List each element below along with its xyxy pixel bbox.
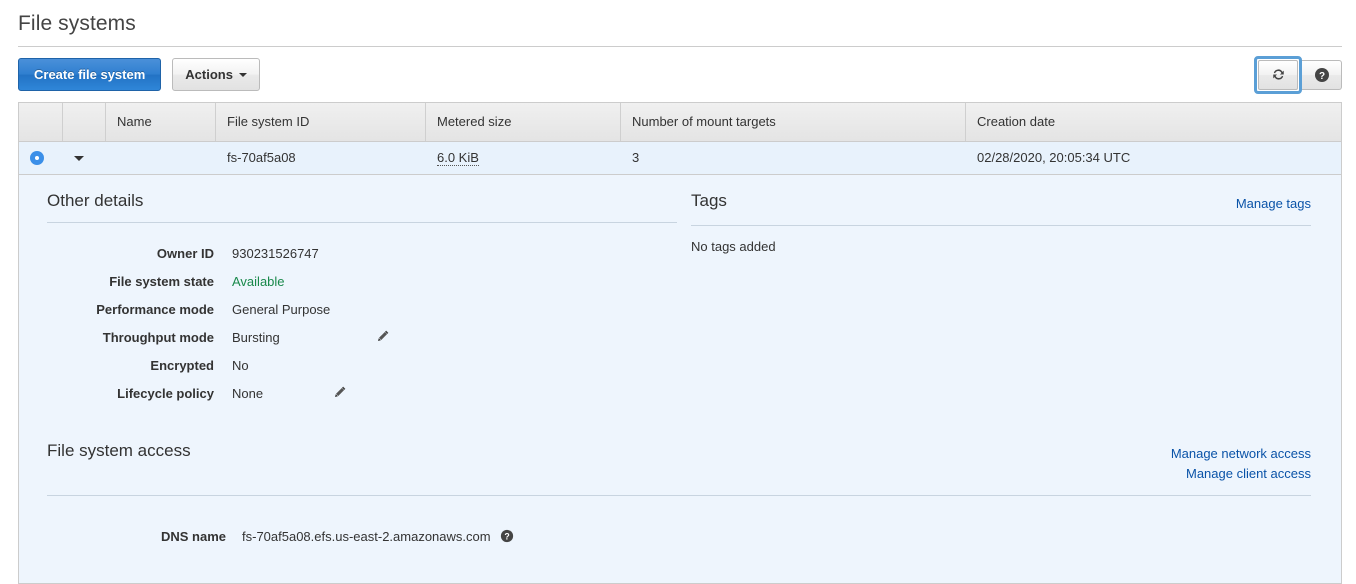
other-details-title: Other details — [47, 191, 144, 210]
value-lifecycle-policy: None — [232, 385, 347, 402]
dns-name-text: fs-70af5a08.efs.us-east-2.amazonaws.com — [242, 528, 491, 544]
cell-creation-date: 02/28/2020, 20:05:34 UTC — [977, 150, 1131, 165]
svg-text:?: ? — [504, 532, 509, 542]
table-row[interactable]: fs-70af5a08 6.0 KiB 3 02/28/2020, 20:05:… — [19, 142, 1341, 175]
help-button[interactable]: ? — [1302, 59, 1342, 90]
file-system-access-list: DNS name fs-70af5a08.efs.us-east-2.amazo… — [47, 522, 1311, 550]
table-header-row: Name File system ID Metered size Number … — [19, 103, 1341, 142]
throughput-mode-text: Bursting — [232, 329, 280, 345]
svg-text:?: ? — [1318, 71, 1324, 82]
other-details-divider — [47, 222, 677, 223]
dns-name-help-icon[interactable]: ? — [500, 529, 514, 543]
create-file-system-button[interactable]: Create file system — [18, 58, 162, 91]
chevron-down-icon[interactable] — [74, 155, 84, 161]
cell-metered-size: 6.0 KiB — [426, 142, 621, 174]
file-system-access-title: File system access — [47, 441, 191, 460]
manage-tags-link[interactable]: Manage tags — [1236, 194, 1311, 214]
label-throughput-mode: Throughput mode — [102, 329, 214, 345]
file-system-access-divider — [47, 495, 1311, 496]
detail-columns: Other details Owner ID 930231526747 File… — [19, 175, 1341, 407]
file-systems-table: Name File system ID Metered size Number … — [18, 102, 1342, 175]
label-file-system-state: File system state — [109, 273, 214, 289]
column-header-creation-date[interactable]: Creation date — [966, 103, 1341, 141]
column-header-expand — [63, 103, 106, 141]
detail-row-owner-id: Owner ID 930231526747 — [47, 239, 677, 267]
label-dns-name: DNS name — [160, 528, 226, 544]
value-performance-mode: General Purpose — [232, 301, 331, 317]
value-throughput-mode: Bursting — [232, 329, 390, 346]
label-lifecycle-policy: Lifecycle policy — [117, 385, 214, 401]
refresh-button[interactable] — [1258, 59, 1298, 90]
column-header-mount-targets[interactable]: Number of mount targets — [621, 103, 966, 141]
edit-lifecycle-policy-pencil-icon[interactable] — [333, 385, 347, 402]
page-title: File systems — [18, 12, 136, 35]
detail-row-dns-name: DNS name fs-70af5a08.efs.us-east-2.amazo… — [47, 522, 1311, 550]
value-owner-id: 930231526747 — [232, 245, 319, 261]
toolbar-right-group: ? — [1254, 55, 1342, 94]
file-system-access-links: Manage network access Manage client acce… — [1171, 441, 1311, 484]
label-owner-id: Owner ID — [156, 245, 214, 261]
cell-name — [106, 142, 216, 174]
detail-row-throughput-mode: Throughput mode Bursting — [47, 323, 677, 351]
other-details-list: Owner ID 930231526747 File system state … — [47, 239, 677, 407]
row-select-cell — [19, 142, 63, 174]
detail-row-file-system-state: File system state Available — [47, 267, 677, 295]
other-details-section: Other details Owner ID 930231526747 File… — [19, 175, 677, 407]
tags-title: Tags — [691, 191, 727, 210]
detail-row-lifecycle-policy: Lifecycle policy None — [47, 379, 677, 407]
detail-row-performance-mode: Performance mode General Purpose — [47, 295, 677, 323]
tags-header: Tags Manage tags — [691, 191, 1311, 214]
label-encrypted: Encrypted — [150, 357, 214, 373]
column-header-file-system-id[interactable]: File system ID — [216, 103, 426, 141]
metered-size-value[interactable]: 6.0 KiB — [437, 150, 479, 166]
actions-label: Actions — [185, 67, 233, 82]
column-header-name[interactable]: Name — [106, 103, 216, 141]
manage-client-access-link[interactable]: Manage client access — [1171, 464, 1311, 484]
other-details-header: Other details — [47, 191, 677, 211]
cell-mount-targets: 3 — [632, 150, 640, 165]
file-system-detail-panel: Other details Owner ID 930231526747 File… — [18, 175, 1342, 584]
tags-section: Tags Manage tags No tags added — [677, 175, 1341, 407]
detail-row-encrypted: Encrypted No — [47, 351, 677, 379]
file-system-access-header: File system access Manage network access… — [47, 441, 1311, 484]
manage-network-access-link[interactable]: Manage network access — [1171, 444, 1311, 464]
row-expand-cell — [63, 142, 106, 174]
chevron-down-icon — [238, 72, 247, 77]
file-system-access-section: File system access Manage network access… — [19, 407, 1341, 550]
label-performance-mode: Performance mode — [96, 301, 214, 317]
radio-inner-dot — [35, 156, 39, 160]
lifecycle-policy-text: None — [232, 385, 264, 401]
tags-empty-message: No tags added — [691, 239, 776, 254]
toolbar: Create file system Actions ? — [0, 47, 1356, 102]
cell-file-system-id: fs-70af5a08 — [227, 150, 296, 165]
tags-links: Manage tags — [1236, 191, 1311, 214]
status-badge: Available — [232, 273, 285, 289]
value-encrypted: No — [232, 357, 249, 373]
column-header-metered-size[interactable]: Metered size — [426, 103, 621, 141]
column-header-select — [19, 103, 63, 141]
value-dns-name: fs-70af5a08.efs.us-east-2.amazonaws.com … — [242, 529, 514, 544]
refresh-button-focus-ring — [1254, 55, 1302, 94]
row-radio-button[interactable] — [30, 151, 44, 165]
actions-dropdown-button[interactable]: Actions — [172, 58, 260, 91]
edit-throughput-mode-pencil-icon[interactable] — [376, 329, 390, 346]
